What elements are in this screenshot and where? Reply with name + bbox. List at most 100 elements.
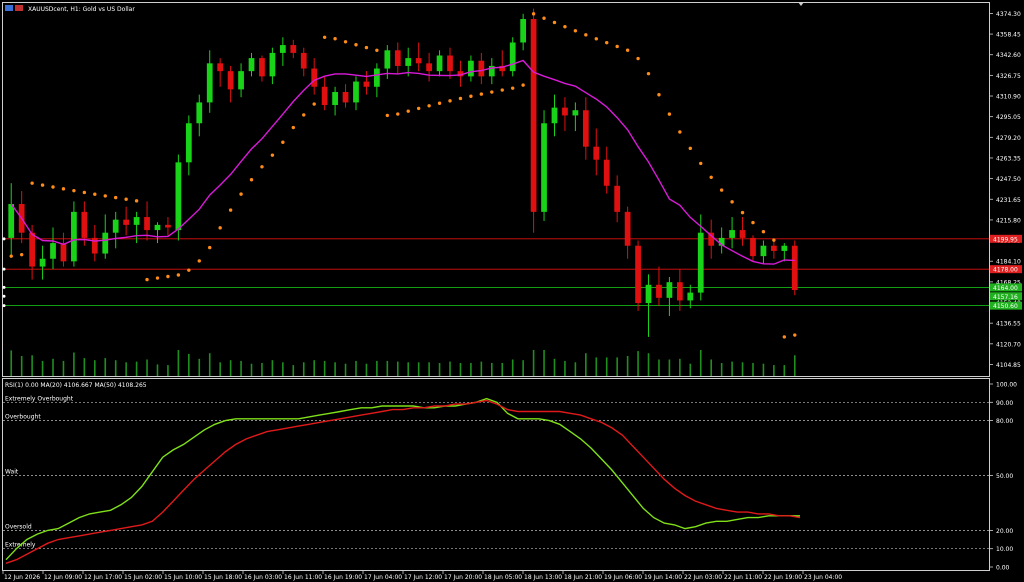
price-tick-label: 4310.90 [996, 94, 1021, 101]
price-tick-label: 4326.75 [996, 73, 1021, 80]
candle-body [791, 245, 798, 291]
candle-body [290, 45, 297, 53]
volume-bar [428, 362, 430, 376]
volume-bar [365, 363, 368, 376]
sar-dot [155, 276, 160, 280]
price-tag-label: 4199.95 [993, 236, 1018, 243]
sar-dot [678, 130, 682, 134]
sar-dot [573, 29, 578, 33]
volume-bar [710, 359, 712, 376]
volume-bar [292, 365, 295, 376]
volume-bar [177, 350, 180, 376]
candle-body [227, 71, 234, 90]
time-tick-label: 16 Jun 03:00 [244, 574, 282, 581]
volume-bar [783, 365, 786, 376]
sar-dot [396, 112, 400, 116]
candle-body [39, 258, 46, 267]
candle-body [530, 19, 537, 212]
candle-body [562, 107, 568, 116]
candle-body [81, 211, 88, 238]
volume-bar [62, 360, 65, 376]
candle-body [426, 63, 432, 72]
sar-dot [782, 335, 787, 339]
volume-bar [459, 363, 462, 376]
sar-dot [657, 93, 661, 97]
volume-bar [543, 350, 545, 376]
sar-dot [521, 83, 525, 87]
candle-body [342, 91, 349, 103]
price-tick-label: 4231.65 [996, 197, 1021, 204]
time-tick-label: 16 Jun 11:00 [284, 574, 322, 581]
volume-bar [20, 356, 23, 376]
price-tick-label: 4120.70 [996, 341, 1021, 348]
volume-bar [637, 351, 639, 376]
sar-dot [416, 106, 421, 111]
candle-body [279, 45, 286, 53]
sar-dot [479, 92, 484, 96]
volume-bar [449, 361, 451, 376]
sar-dot [249, 178, 254, 182]
sar-dot [134, 199, 139, 203]
sar-dot [312, 102, 316, 106]
sar-dot [427, 104, 431, 108]
price-tick-label: 4342.60 [996, 52, 1021, 59]
sar-dot [458, 96, 463, 101]
sar-dot [563, 24, 567, 29]
price-tick-label: 4358.45 [996, 32, 1021, 39]
sar-dot [239, 192, 243, 196]
candle-body [29, 232, 35, 267]
sar-dot [646, 71, 651, 76]
price-tick-label: 4295.05 [996, 114, 1021, 121]
sar-dot [636, 56, 640, 61]
candle-body [353, 81, 359, 103]
candle-body [300, 52, 307, 69]
sar-dot [594, 37, 598, 41]
sar-dot [761, 230, 766, 234]
candle-body [593, 146, 600, 160]
volume-bar [679, 358, 681, 376]
volume-bar [668, 359, 671, 376]
time-tick-label: 22 Jun 03:00 [684, 574, 722, 581]
trading-chart[interactable]: 4374.30 4358.45 4342.60 4326.75 4310.90 4295.… [0, 0, 1024, 582]
volume-bar [396, 361, 399, 376]
sar-dot [510, 86, 515, 90]
candle-body [165, 224, 171, 228]
volume-bar [302, 362, 305, 376]
candle-body [624, 211, 631, 246]
time-tick-label: 17 Jun 04:00 [364, 574, 402, 581]
sar-dot [375, 48, 379, 52]
volume-bar [188, 353, 190, 376]
sar-dot [113, 195, 118, 200]
time-tick-label: 12 Jun 17:00 [84, 574, 122, 581]
sar-dot [385, 113, 390, 118]
candle-body [154, 224, 161, 231]
volume-bar [585, 353, 587, 376]
rsi-tick-label: 90.00 [996, 400, 1013, 407]
sar-dot [333, 37, 337, 41]
candle-body [750, 237, 756, 257]
sar-dot [500, 88, 504, 92]
chart-title: XAUUSDcent, H1: Gold vs US Dollar [28, 6, 135, 13]
candle-body [656, 284, 662, 298]
candle-body [269, 52, 276, 77]
volume-bar [438, 363, 441, 376]
time-tick-label: 22 Jun 19:00 [764, 574, 802, 581]
price-tick-label: 4247.50 [996, 176, 1021, 183]
candle-body [509, 42, 516, 72]
sar-dot [448, 99, 452, 103]
volume-bar [574, 362, 577, 376]
candle [541, 110, 547, 221]
candle-body [739, 230, 746, 238]
volume-bar [407, 362, 410, 376]
time-tick-label: 23 Jun 04:00 [804, 574, 842, 581]
sar-dot [615, 44, 619, 49]
sar-dot [302, 113, 306, 117]
sar-dot [218, 226, 222, 230]
sar-dot [719, 188, 724, 192]
candle-body [697, 232, 704, 293]
sar-dot [740, 210, 745, 215]
candle [509, 37, 516, 77]
price-tag-label: 4178.00 [993, 267, 1018, 274]
sar-dot [688, 146, 693, 151]
volume-bar [146, 359, 148, 376]
